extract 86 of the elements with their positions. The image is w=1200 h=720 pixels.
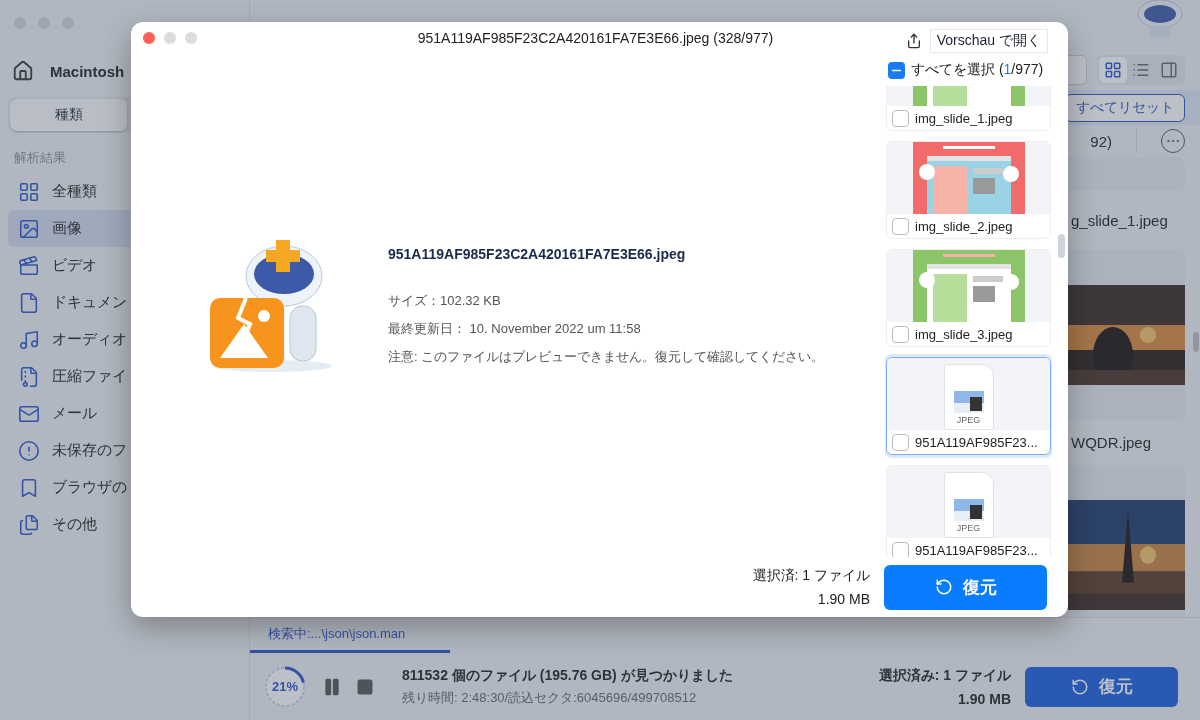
select-all-checkbox[interactable] [888,61,905,79]
sidebar-label: オーディオ [52,330,127,349]
file-name: g_slide_1.jpeg [1071,211,1168,229]
sidebar-label: その他 [52,515,97,534]
image-icon [18,217,40,240]
selected-files: 選択済み: 1 ファイル [878,666,1011,685]
archive-icon [18,365,40,388]
selected-size: 1.90 MB [958,690,1011,707]
file-name: img_slide_2.jpeg [915,218,1013,234]
recover-button[interactable]: 復元 [884,564,1047,610]
file-detail: サイズ：102.32 KB [388,291,502,310]
document-icon [18,291,40,314]
file-detail: 注意: このファイルはプレビューできません。復元して確認してください。 [388,347,825,366]
sidebar-label: 圧縮ファイ [52,367,127,386]
pause-icon[interactable] [322,676,342,697]
share-icon[interactable] [905,33,922,49]
selected-files: 選択済: 1 ファイル [752,567,870,585]
sidebar-item[interactable]: その他 [8,506,130,543]
sidebar-item[interactable]: 全種類 [8,173,130,210]
list-icon [1132,61,1150,79]
sidebar-item[interactable]: ブラウザの [8,469,130,506]
sidebar-item[interactable]: ドキュメン [8,284,130,321]
minimize-button[interactable] [164,32,176,44]
location-name: Macintosh [50,62,125,80]
restore-icon [934,578,953,596]
close-button[interactable] [143,32,155,44]
sidebar-item[interactable]: 画像 [8,210,130,247]
file-type-label: JPEG [956,415,981,425]
checkbox[interactable] [892,217,909,235]
thumbnail-card[interactable]: JPEG 951A119AF985F23... [886,357,1051,455]
checkbox[interactable] [892,433,909,451]
sidebar-label: メール [52,404,97,423]
checkbox[interactable] [892,325,909,343]
clapperboard-icon [18,254,40,277]
sidebar-item[interactable]: メール [8,395,130,432]
file-name: img_slide_3.jpeg [915,326,1013,342]
selected-size: 1.90 MB [817,591,870,607]
file-detail: 最終更新日： 10. November 2022 um 11:58 [388,319,642,338]
section-title: 解析結果 [13,149,67,167]
grid-view-button[interactable] [1099,57,1127,83]
sidebar-item[interactable]: オーディオ [8,321,130,358]
sidebar-item[interactable]: 未保存のフ [8,432,130,469]
sidebar-label: 全種類 [52,182,97,201]
image-preview-icon [953,391,984,413]
file-name: 951A119AF985F23... [915,434,1038,450]
category-tab[interactable]: 種類 [10,99,127,131]
file-name: WQDR.jpeg [1071,434,1152,451]
checkbox[interactable] [892,541,909,557]
progress-label: 21% [272,679,298,694]
thumbnail-card[interactable]: img_slide_1.jpeg [886,86,1051,131]
thumbnail-card[interactable]: img_slide_3.jpeg [886,249,1051,347]
file-type-label: JPEG [956,523,981,533]
grid-icon [1104,61,1122,79]
item-count: 92) [1090,132,1112,150]
recover-button[interactable]: 復元 [1025,666,1178,707]
select-all-label: すべてを選択 (1/977) [911,61,1044,79]
panel-icon [1160,61,1178,79]
stop-icon[interactable] [356,677,374,696]
files-icon [18,513,40,536]
sidebar-label: ビデオ [52,256,97,275]
sidebar-label: ブラウザの [52,478,127,497]
found-summary: 811532 個のファイル (195.76 GB) が見つかりました [402,666,734,685]
zoom-button[interactable] [185,32,197,44]
sidebar-item[interactable]: ビデオ [8,247,130,284]
thumbnail-card[interactable]: img_slide_2.jpeg [886,141,1051,239]
remaining-time: 残り時間: 2:48:30/読込セクタ:6045696/499708512 [402,688,698,707]
alert-icon [18,439,40,462]
sidebar-label: 画像 [52,219,82,238]
restore-icon [1070,677,1089,696]
reset-all-button[interactable]: すべてリセット [1065,93,1185,122]
file-name: 951A119AF985F23... [915,542,1038,557]
window-title: 951A119AF985F23C2A420161FA7E3E66.jpeg (328/977) [417,30,774,46]
music-icon [18,328,40,351]
sidebar-label: 未保存のフ [52,441,127,460]
thumbnail-card[interactable]: JPEG 951A119AF985F23... [886,465,1051,557]
sidebar-label: ドキュメン [52,293,127,312]
grid-icon [18,180,40,203]
open-in-preview-button[interactable]: Vorschau で開く [929,29,1048,53]
home-icon[interactable] [12,60,34,82]
scrollbar-thumb[interactable] [1058,234,1065,258]
file-title: 951A119AF985F23C2A420161FA7E3E66.jpeg [388,245,687,262]
image-preview-icon [953,499,984,521]
checkbox[interactable] [892,109,909,127]
sidebar-item[interactable]: 圧縮ファイ [8,358,130,395]
file-name: img_slide_1.jpeg [915,110,1013,126]
scrollbar-thumb[interactable] [1193,332,1199,352]
